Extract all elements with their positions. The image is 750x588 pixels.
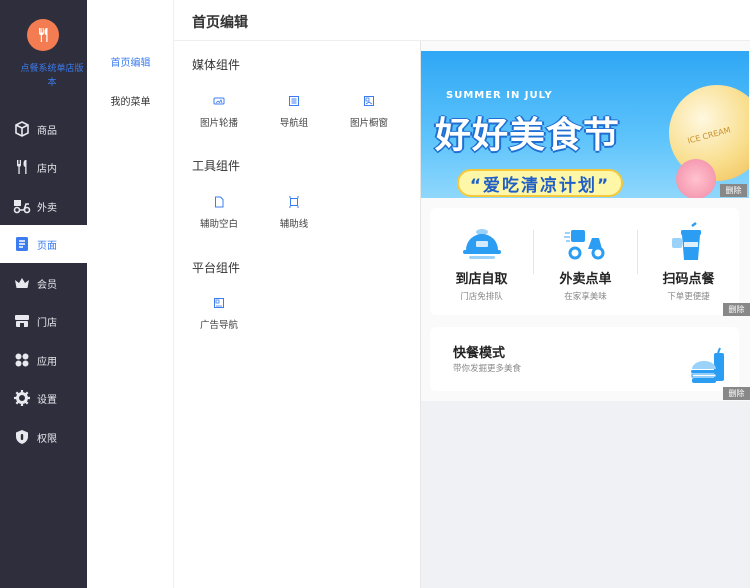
- component-guide-line[interactable]: 辅助线: [264, 196, 324, 231]
- subnav-item-my-menu[interactable]: 我的菜单: [87, 93, 174, 108]
- banner-subtitle: SUMMER IN JULY: [446, 90, 553, 101]
- nav-item-permissions[interactable]: 权限: [0, 418, 87, 456]
- nav-label: 会员: [37, 279, 57, 291]
- nav-label: 设置: [37, 394, 57, 406]
- group-title-media: 媒体组件: [192, 58, 241, 72]
- component-label: 辅助空白: [199, 219, 238, 230]
- component-label: 导航组: [279, 118, 309, 129]
- crown-icon: [13, 274, 31, 292]
- delete-service-button[interactable]: 删除: [723, 303, 750, 316]
- service-subtitle: 在家享美味: [564, 292, 607, 302]
- delivery-scooter-icon: [564, 230, 605, 260]
- fast-mode-title: 快餐模式: [453, 346, 506, 361]
- scooter-icon: [13, 197, 31, 215]
- shop-name: 点餐系统单店版本: [20, 64, 84, 88]
- page-title: 首页编辑: [192, 15, 248, 31]
- nav-group-icon: [289, 96, 299, 106]
- components-panel: 媒体组件 图片轮播 导航组 图片橱窗 工具组件 辅助空白 辅助线 平台组件 广告…: [174, 41, 419, 588]
- group-title-platform: 平台组件: [192, 261, 241, 275]
- box-icon: [13, 120, 31, 138]
- store-icon: [13, 312, 31, 330]
- component-label: 广告导航: [199, 320, 238, 331]
- carousel-icon: [213, 97, 225, 105]
- nav-label: 店内: [37, 163, 57, 175]
- logo: [27, 19, 59, 51]
- nav-item-goods[interactable]: 商品: [0, 110, 87, 148]
- nav-label: 页面: [37, 240, 57, 252]
- nav-label: 应用: [37, 356, 57, 368]
- subnav-item-home-edit[interactable]: 首页编辑: [87, 54, 174, 69]
- phone-preview: ICE CREAM SUMMER IN JULY 好好美食节 “爱吃清凉计划” …: [420, 41, 750, 588]
- nav-item-apps[interactable]: 应用: [0, 341, 87, 379]
- component-label: 辅助线: [279, 219, 309, 230]
- delete-fast-mode-button[interactable]: 删除: [723, 387, 750, 400]
- main-sidebar: 点餐系统单店版本 商品 店内 外卖 页面 会员 门店 应用 设置 权限: [0, 0, 87, 588]
- banner-slogan: “爱吃清凉计划”: [469, 175, 611, 196]
- group-title-tools: 工具组件: [192, 159, 241, 173]
- page-header: 首页编辑: [174, 0, 750, 41]
- sub-sidebar: 首页编辑 我的菜单: [87, 0, 174, 588]
- burger-drink-icon: [691, 347, 724, 383]
- banner-image[interactable]: ICE CREAM SUMMER IN JULY 好好美食节 “爱吃清凉计划” …: [421, 51, 749, 198]
- nav-item-page[interactable]: 页面: [0, 225, 87, 263]
- app-root: 点餐系统单店版本 商品 店内 外卖 页面 会员 门店 应用 设置 权限 首页编辑…: [0, 0, 750, 588]
- gear-icon: [13, 389, 31, 407]
- component-nav-group[interactable]: 导航组: [264, 95, 324, 130]
- component-blank-spacer[interactable]: 辅助空白: [189, 196, 249, 231]
- nav-item-takeout[interactable]: 外卖: [0, 187, 87, 225]
- nav-label: 外卖: [37, 202, 57, 214]
- guide-line-icon: [289, 196, 299, 208]
- preview-content: ICE CREAM SUMMER IN JULY 好好美食节 “爱吃清凉计划” …: [421, 41, 750, 401]
- component-label: 图片橱窗: [349, 118, 388, 129]
- service-pickup[interactable]: 到店自取 门店免排队: [430, 208, 533, 315]
- ice-cream-cone-graphic: [676, 159, 716, 198]
- service-subtitle: 下单更便捷: [667, 292, 710, 302]
- shield-icon: [13, 428, 31, 446]
- drink-cup-icon: [672, 222, 701, 260]
- nav-item-store[interactable]: 门店: [0, 302, 87, 340]
- fork-knife-icon: [39, 28, 48, 42]
- service-scan-order[interactable]: 扫码点餐 下单更便捷: [637, 208, 740, 315]
- banner-slogan-pill: “爱吃清凉计划”: [457, 169, 623, 197]
- component-image-window[interactable]: 图片橱窗: [339, 95, 399, 130]
- page-icon: [13, 235, 31, 253]
- fast-food-card[interactable]: 快餐模式 带你发掘更多美食: [430, 327, 739, 391]
- blank-page-icon: [215, 196, 224, 208]
- component-label: 图片轮播: [199, 118, 238, 129]
- service-title: 到店自取: [455, 272, 508, 287]
- nav-label: 权限: [37, 433, 57, 445]
- fast-mode-subtitle: 带你发掘更多美食: [453, 364, 522, 374]
- ad-nav-icon: [214, 298, 224, 308]
- service-title: 扫码点餐: [662, 272, 715, 287]
- nav-item-dine-in[interactable]: 店内: [0, 148, 87, 186]
- service-delivery[interactable]: 外卖点单 在家享美味: [534, 208, 637, 315]
- nav-label: 门店: [37, 317, 57, 329]
- component-image-carousel[interactable]: 图片轮播: [189, 95, 249, 130]
- nav-item-member[interactable]: 会员: [0, 264, 87, 302]
- service-subtitle: 门店免排队: [460, 292, 503, 302]
- banner-title: 好好美食节: [435, 115, 621, 156]
- apps-icon: [13, 351, 31, 369]
- nav-item-settings[interactable]: 设置: [0, 379, 87, 417]
- utensils-icon: [13, 158, 31, 176]
- service-title: 外卖点单: [559, 272, 612, 287]
- nav-label: 商品: [37, 125, 57, 137]
- image-window-icon: [364, 96, 374, 106]
- service-card: 到店自取 门店免排队 外卖点单 在家享美味 扫码点餐 下单更便捷: [430, 208, 739, 315]
- delete-banner-button[interactable]: 删除: [720, 184, 747, 197]
- component-ad-nav[interactable]: 广告导航: [189, 297, 249, 332]
- food-tray-icon: [463, 229, 501, 259]
